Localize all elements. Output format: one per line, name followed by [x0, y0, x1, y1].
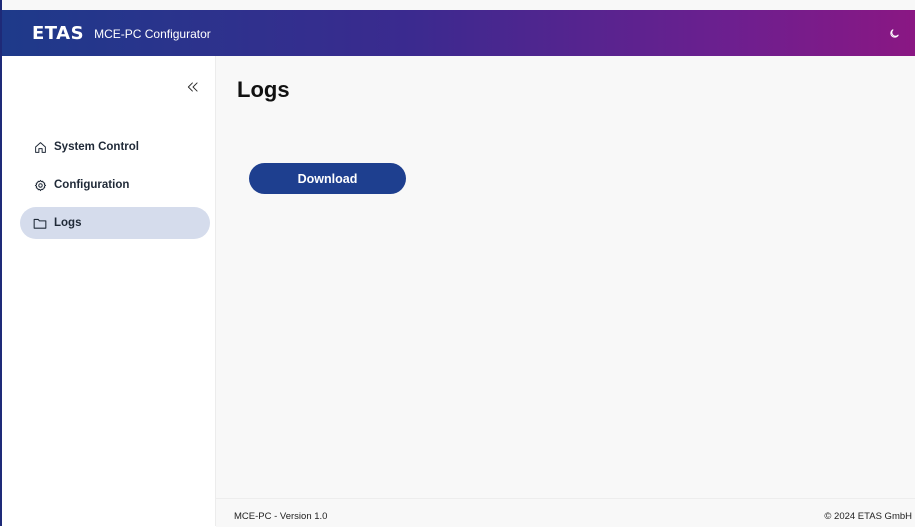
version-text: MCE-PC - Version 1.0 — [234, 511, 328, 522]
brand: ETAS MCE-PC Configurator — [32, 24, 211, 44]
app-title: MCE-PC Configurator — [94, 27, 211, 41]
folder-icon — [33, 216, 47, 230]
home-icon — [33, 140, 47, 154]
collapse-sidebar-button[interactable] — [185, 79, 201, 95]
copyright-text: © 2024 ETAS GmbH — [824, 511, 912, 522]
sidebar-item-system-control[interactable]: System Control — [20, 131, 210, 163]
download-button[interactable]: Download — [249, 163, 406, 194]
sidebar-item-label: Configuration — [54, 179, 130, 191]
page-title: Logs — [237, 77, 290, 102]
sidebar-item-label: Logs — [54, 217, 82, 229]
gear-icon — [33, 178, 47, 192]
main-content: Logs Download — [216, 56, 915, 498]
sidebar-item-logs[interactable]: Logs — [20, 207, 210, 239]
sidebar: System Control Configuration Logs — [2, 56, 216, 526]
sidebar-item-configuration[interactable]: Configuration — [20, 169, 210, 201]
etas-logo: ETAS — [32, 23, 85, 44]
sidebar-nav: System Control Configuration Logs — [20, 131, 210, 245]
moon-icon — [889, 28, 899, 38]
footer: MCE-PC - Version 1.0 © 2024 ETAS GmbH — [216, 498, 915, 527]
double-chevron-left-icon — [187, 82, 198, 92]
top-bar: ETAS MCE-PC Configurator — [2, 10, 915, 56]
app-window: ETAS MCE-PC Configurator System Control … — [0, 0, 915, 527]
theme-toggle-button[interactable] — [885, 24, 903, 42]
sidebar-item-label: System Control — [54, 141, 139, 153]
